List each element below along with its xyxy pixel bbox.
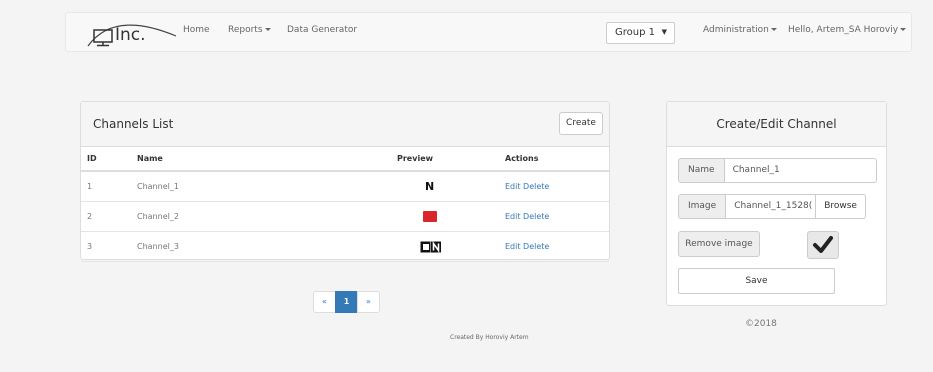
cell-name: Channel_3 (137, 231, 397, 262)
cell-preview (397, 231, 505, 262)
cartoon-network-logo-icon (420, 240, 441, 253)
name-input-group: Name Channel_1 (678, 158, 877, 183)
edit-channel-panel: Create/Edit Channel Name Channel_1 Image… (666, 101, 887, 306)
created-by-text: Created By Horoviy Artem (450, 334, 529, 341)
edit-channel-title: Create/Edit Channel (716, 117, 837, 131)
cell-name: Channel_1 (137, 171, 397, 202)
pagination-next[interactable]: » (357, 291, 380, 313)
edit-link[interactable]: Edit (505, 212, 521, 221)
channels-list-heading: Channels List Create (81, 102, 609, 147)
col-id: ID (81, 147, 137, 172)
nav-user-label: Hello, Artem_SA Horoviy (788, 25, 899, 35)
cell-actions: Edit Delete (505, 201, 609, 232)
logo-text: Inc. (115, 25, 146, 45)
image-file-input[interactable]: Channel_1_1528( (726, 194, 817, 219)
pagination-page-current[interactable]: 1 (335, 291, 358, 313)
cell-id: 2 (81, 201, 137, 232)
caret-down-icon (264, 28, 271, 31)
pagination: « 1 » (313, 291, 380, 313)
table-header-row: ID Name Preview Actions (81, 147, 609, 172)
channels-list-title: Channels List (93, 117, 174, 131)
group-select-value: Group 1 (615, 27, 655, 38)
delete-link[interactable]: Delete (523, 182, 549, 191)
name-label: Name (678, 158, 725, 183)
cell-actions: Edit Delete (505, 231, 609, 262)
table-row: 1 Channel_1 N Edit Delete (81, 171, 609, 202)
caret-down-icon (900, 28, 907, 31)
cell-id: 1 (81, 171, 137, 202)
nav-home[interactable]: Home (183, 25, 210, 35)
caret-down-icon (770, 28, 777, 31)
table-row: 3 Channel_3 Edit Delete (81, 231, 609, 262)
netflix-logo-icon: N (425, 180, 435, 193)
image-label: Image (678, 194, 727, 219)
save-button[interactable]: Save (678, 268, 835, 294)
checkmark-icon (813, 236, 833, 253)
nav-user-menu[interactable]: Hello, Artem_SA Horoviy (788, 25, 907, 35)
logo[interactable]: Inc. (84, 16, 184, 50)
cell-name: Channel_2 (137, 201, 397, 232)
group-select[interactable]: Group 1 ▼ (606, 22, 675, 44)
remove-image-button[interactable]: Remove image (678, 231, 760, 257)
cell-preview: N (397, 171, 505, 202)
table-row: 2 Channel_2 Edit Delete (81, 201, 609, 232)
cell-actions: Edit Delete (505, 171, 609, 202)
cell-preview (397, 201, 505, 232)
channels-list-panel: Channels List Create ID Name Preview Act… (80, 101, 610, 262)
nav-reports[interactable]: Reports (228, 25, 271, 35)
navbar: Inc. Home Reports Data Generator Group 1… (65, 12, 912, 52)
image-checkbox[interactable] (807, 231, 839, 259)
pagination-prev[interactable]: « (313, 291, 336, 313)
col-name: Name (137, 147, 397, 172)
nav-reports-label: Reports (228, 25, 263, 35)
delete-link[interactable]: Delete (523, 212, 549, 221)
col-preview: Preview (397, 147, 505, 172)
nav-data-generator[interactable]: Data Generator (287, 25, 357, 35)
edit-link[interactable]: Edit (505, 242, 521, 251)
dropdown-arrow-icon: ▼ (661, 28, 667, 36)
cell-id: 3 (81, 231, 137, 262)
nav-administration-label: Administration (703, 25, 769, 35)
edit-link[interactable]: Edit (505, 182, 521, 191)
name-input[interactable]: Channel_1 (724, 158, 877, 183)
edit-channel-heading: Create/Edit Channel (667, 102, 886, 147)
copyright-text: ©2018 (745, 319, 777, 329)
image-input-group: Image Channel_1_1528( Browse (678, 194, 866, 219)
col-actions: Actions (505, 147, 609, 172)
delete-link[interactable]: Delete (523, 242, 549, 251)
browse-button[interactable]: Browse (816, 194, 866, 219)
nav-administration[interactable]: Administration (703, 25, 777, 35)
red-channel-logo-icon (423, 211, 437, 222)
channels-table: ID Name Preview Actions 1 Channel_1 N Ed… (81, 147, 609, 262)
create-button[interactable]: Create (559, 112, 603, 135)
